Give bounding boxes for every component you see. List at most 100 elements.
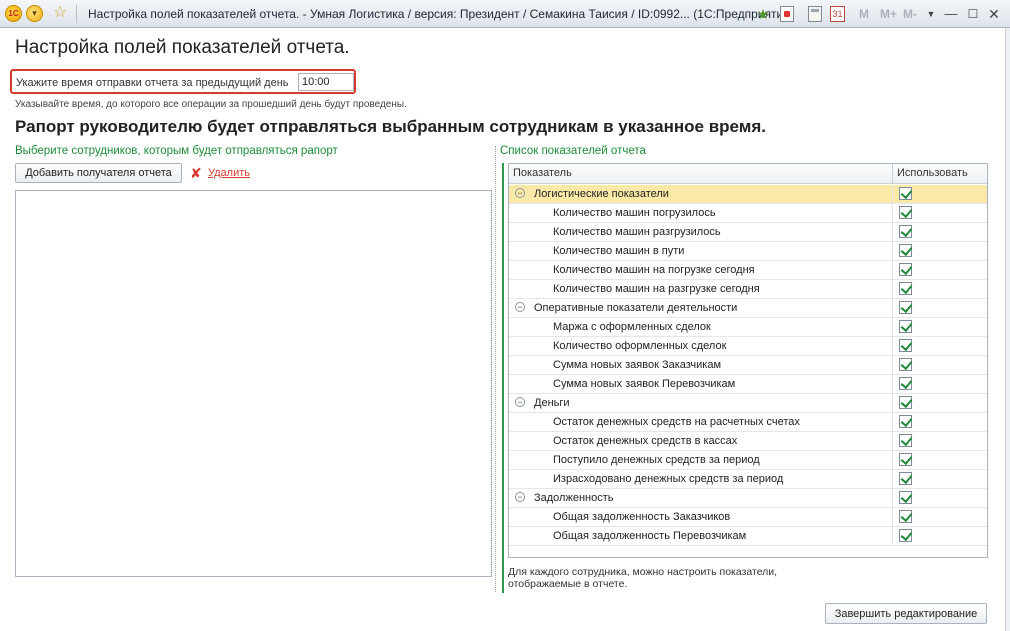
table-row[interactable]: Остаток денежных средств в кассах bbox=[509, 432, 987, 451]
column-separator bbox=[892, 470, 893, 489]
column-separator bbox=[892, 318, 893, 337]
row-label: Количество машин на разгрузке сегодня bbox=[553, 283, 760, 295]
use-checkbox[interactable] bbox=[899, 263, 912, 276]
use-checkbox[interactable] bbox=[899, 529, 912, 542]
finish-editing-button[interactable]: Завершить редактирование bbox=[825, 603, 987, 624]
use-checkbox[interactable] bbox=[899, 358, 912, 371]
toolbar-separator bbox=[76, 5, 77, 23]
table-row[interactable]: Количество машин погрузилось bbox=[509, 204, 987, 223]
app-logo-icon[interactable]: 1С bbox=[5, 5, 22, 22]
table-row[interactable]: Остаток денежных средств на расчетных сч… bbox=[509, 413, 987, 432]
row-label: Количество машин разгрузилось bbox=[553, 226, 721, 238]
memory-plus-button[interactable]: M+ bbox=[880, 5, 897, 23]
delete-link[interactable]: Удалить bbox=[208, 167, 250, 179]
report-headline: Рапорт руководителю будет отправляться в… bbox=[15, 117, 766, 136]
table-group-row[interactable]: − Деньги bbox=[509, 394, 987, 413]
table-row[interactable]: Количество машин на погрузке сегодня bbox=[509, 261, 987, 280]
memory-button[interactable]: M bbox=[858, 5, 870, 23]
use-checkbox[interactable] bbox=[899, 320, 912, 333]
toolbar-dropdown-icon[interactable]: ▼ bbox=[925, 5, 937, 23]
main-menu-icon[interactable]: ▾ bbox=[26, 5, 43, 22]
minimize-icon[interactable]: — bbox=[944, 5, 958, 23]
table-row[interactable]: Общая задолженность Заказчиков bbox=[509, 508, 987, 527]
column-separator bbox=[892, 451, 893, 470]
column-separator bbox=[892, 413, 893, 432]
use-checkbox[interactable] bbox=[899, 282, 912, 295]
column-header-use[interactable]: Использовать bbox=[897, 167, 968, 179]
table-group-row[interactable]: − Оперативные показатели деятельности bbox=[509, 299, 987, 318]
document-icon[interactable] bbox=[780, 6, 794, 22]
column-separator bbox=[892, 185, 893, 204]
column-separator bbox=[892, 223, 893, 242]
row-label: Сумма новых заявок Перевозчикам bbox=[553, 378, 736, 390]
table-row[interactable]: Количество машин на разгрузке сегодня bbox=[509, 280, 987, 299]
table-row[interactable]: Сумма новых заявок Заказчикам bbox=[509, 356, 987, 375]
memory-minus-button[interactable]: M- bbox=[902, 5, 918, 23]
column-separator bbox=[892, 204, 893, 223]
table-row[interactable]: Маржа с оформленных сделок bbox=[509, 318, 987, 337]
maximize-icon[interactable]: ☐ bbox=[966, 5, 980, 23]
table-row[interactable]: Количество машин в пути bbox=[509, 242, 987, 261]
row-label: Общая задолженность Заказчиков bbox=[553, 511, 731, 523]
collapse-toggle-icon[interactable]: − bbox=[515, 188, 525, 198]
employees-list[interactable] bbox=[15, 190, 492, 577]
collapse-toggle-icon[interactable]: − bbox=[515, 397, 525, 407]
indicators-table[interactable]: Показатель Использовать − Логистические п… bbox=[508, 163, 988, 558]
favorites-star-icon[interactable]: ☆ bbox=[53, 4, 67, 22]
add-recipient-button[interactable]: Добавить получателя отчета bbox=[15, 163, 182, 183]
use-checkbox[interactable] bbox=[899, 491, 912, 504]
delete-icon[interactable]: ✘ bbox=[190, 165, 202, 181]
collapse-toggle-icon[interactable]: − bbox=[515, 302, 525, 312]
column-separator bbox=[892, 164, 893, 184]
window-frame bbox=[1005, 28, 1010, 631]
row-label: Деньги bbox=[534, 397, 570, 409]
row-label: Израсходовано денежных средств за период bbox=[553, 473, 784, 485]
table-group-row[interactable]: − Задолженность bbox=[509, 489, 987, 508]
use-checkbox[interactable] bbox=[899, 225, 912, 238]
use-checkbox[interactable] bbox=[899, 187, 912, 200]
table-header: Показатель Использовать bbox=[509, 164, 987, 184]
use-checkbox[interactable] bbox=[899, 377, 912, 390]
use-checkbox[interactable] bbox=[899, 301, 912, 314]
table-group-row[interactable]: − Логистические показатели bbox=[509, 185, 987, 204]
indicators-note: Для каждого сотрудника, можно настроить … bbox=[508, 566, 778, 590]
go-favorites-icon[interactable]: ★ bbox=[754, 5, 772, 23]
use-checkbox[interactable] bbox=[899, 339, 912, 352]
table-row[interactable]: Израсходовано денежных средств за период bbox=[509, 470, 987, 489]
column-separator bbox=[892, 432, 893, 451]
use-checkbox[interactable] bbox=[899, 510, 912, 523]
close-icon[interactable]: ✕ bbox=[986, 5, 1002, 23]
table-row[interactable]: Поступило денежных средств за период bbox=[509, 451, 987, 470]
column-separator bbox=[892, 394, 893, 413]
employees-label: Выберите сотрудников, которым будет отпр… bbox=[15, 145, 338, 157]
row-label: Поступило денежных средств за период bbox=[553, 454, 760, 466]
column-header-indicator[interactable]: Показатель bbox=[513, 167, 572, 179]
column-separator bbox=[892, 280, 893, 299]
use-checkbox[interactable] bbox=[899, 396, 912, 409]
row-label: Логистические показатели bbox=[534, 188, 669, 200]
column-separator bbox=[892, 527, 893, 546]
use-checkbox[interactable] bbox=[899, 453, 912, 466]
use-checkbox[interactable] bbox=[899, 472, 912, 485]
title-bar: 1С ▾ ☆ Настройка полей показателей отчет… bbox=[0, 0, 1010, 28]
column-separator bbox=[892, 337, 893, 356]
indicators-label: Список показателей отчета bbox=[500, 145, 646, 157]
row-label: Задолженность bbox=[534, 492, 614, 504]
use-checkbox[interactable] bbox=[899, 206, 912, 219]
use-checkbox[interactable] bbox=[899, 415, 912, 428]
indicators-accent-bar bbox=[502, 163, 504, 593]
panel-divider[interactable] bbox=[495, 146, 497, 592]
column-separator bbox=[892, 261, 893, 280]
use-checkbox[interactable] bbox=[899, 434, 912, 447]
calculator-icon[interactable] bbox=[808, 6, 822, 22]
row-label: Остаток денежных средств в кассах bbox=[553, 435, 738, 447]
table-row[interactable]: Количество оформленных сделок bbox=[509, 337, 987, 356]
time-input[interactable] bbox=[298, 73, 354, 91]
table-row[interactable]: Общая задолженность Перевозчикам bbox=[509, 527, 987, 546]
collapse-toggle-icon[interactable]: − bbox=[515, 492, 525, 502]
use-checkbox[interactable] bbox=[899, 244, 912, 257]
calendar-icon[interactable]: 31 bbox=[830, 6, 845, 22]
table-row[interactable]: Количество машин разгрузилось bbox=[509, 223, 987, 242]
row-label: Количество машин в пути bbox=[553, 245, 685, 257]
table-row[interactable]: Сумма новых заявок Перевозчикам bbox=[509, 375, 987, 394]
